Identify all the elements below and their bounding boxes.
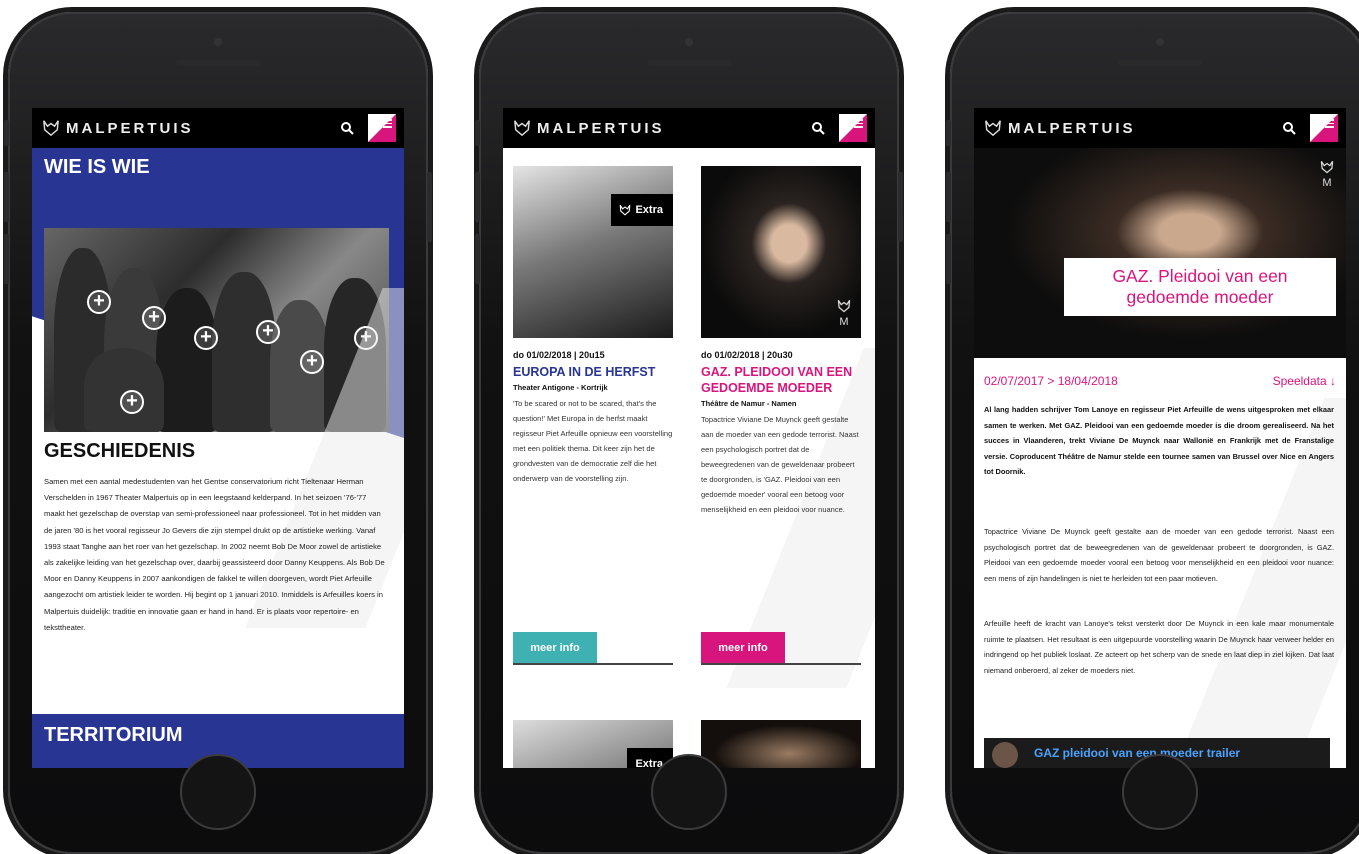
arrow-down-icon: ↓ <box>1330 374 1336 388</box>
earpiece-speaker <box>1118 60 1202 66</box>
meer-info-button[interactable]: meer info <box>513 632 597 664</box>
event-image[interactable]: Extra <box>513 166 673 338</box>
hamburger-icon <box>854 119 863 130</box>
event-description: 'To be scared or not to be scared, that'… <box>513 399 673 483</box>
divider <box>701 663 861 665</box>
event-date: do 01/02/2018 | 20u30 <box>701 350 793 360</box>
home-button[interactable] <box>180 754 256 830</box>
navbar: MALPERTUIS <box>503 108 875 148</box>
brand-name: MALPERTUIS <box>1008 119 1136 137</box>
page-title: WIE IS WIE <box>44 156 150 178</box>
intro-paragraph: Al lang hadden schrijver Tom Lanoye en r… <box>984 405 1334 476</box>
menu-button[interactable] <box>1310 114 1338 142</box>
event-venue: Theater Antigone - Kortrijk <box>513 383 608 392</box>
divider <box>513 663 673 665</box>
home-button[interactable] <box>1122 754 1198 830</box>
speeldata-link[interactable]: Speeldata ↓ <box>1273 374 1336 388</box>
profile-plus-button[interactable]: + <box>142 306 166 330</box>
navbar: MALPERTUIS <box>974 108 1346 148</box>
front-camera <box>1156 38 1164 46</box>
phone-screen-2: MALPERTUIS Extra do 01/02/2018 | 20u15 E… <box>503 108 875 768</box>
body-paragraph: Topactrice Viviane De Muynck geeft gesta… <box>984 527 1334 583</box>
event-description: Topactrice Viviane De Muynck geeft gesta… <box>701 415 859 514</box>
search-icon[interactable] <box>340 121 354 135</box>
event-title[interactable]: GAZ. PLEIDOOI VAN EEN GEDOEMDE MOEDER <box>701 364 861 396</box>
event-image[interactable]: M <box>701 166 861 338</box>
channel-avatar <box>992 742 1018 768</box>
fox-logo-icon <box>985 120 1001 137</box>
m-watermark-icon: M <box>837 299 851 328</box>
hamburger-icon <box>1325 119 1334 130</box>
hero-image: M GAZ. Pleidooi van een gedoemde moeder <box>974 148 1346 358</box>
phone-frame-3: MALPERTUIS M GAZ. Pleidooi van een gedoe… <box>946 12 1359 854</box>
search-icon[interactable] <box>811 121 825 135</box>
event-card-next[interactable]: Extra <box>513 720 673 768</box>
front-camera <box>214 38 222 46</box>
production-page: M GAZ. Pleidooi van een gedoemde moeder … <box>974 148 1346 768</box>
logo[interactable]: MALPERTUIS <box>513 119 665 137</box>
logo[interactable]: MALPERTUIS <box>984 119 1136 137</box>
badge-label: Extra <box>635 204 663 216</box>
phone-screen-1: MALPERTUIS WIE IS WIE + + + + + + + GESC… <box>32 108 404 768</box>
event-date: do 01/02/2018 | 20u15 <box>513 350 605 360</box>
event-card-next[interactable] <box>701 720 861 768</box>
navbar: MALPERTUIS <box>32 108 404 148</box>
mockup-stage: MALPERTUIS WIE IS WIE + + + + + + + GESC… <box>0 0 1359 854</box>
section-heading-territorium: TERRITORIUM <box>44 724 183 746</box>
body-paragraph: Arfeuille heeft de kracht van Lanoye's t… <box>984 619 1334 675</box>
profile-plus-button[interactable]: + <box>120 390 144 414</box>
production-title: GAZ. Pleidooi van een gedoemde moeder <box>1064 258 1336 316</box>
search-icon[interactable] <box>1282 121 1296 135</box>
menu-button[interactable] <box>368 114 396 142</box>
m-watermark-label: M <box>1322 177 1332 189</box>
fox-logo-icon <box>514 120 530 137</box>
badge-label: Extra <box>635 758 663 768</box>
m-watermark-label: M <box>839 316 849 328</box>
profile-plus-button[interactable]: + <box>300 350 324 374</box>
run-dates: 02/07/2017 > 18/04/2018 <box>984 374 1118 388</box>
phone-frame-2: MALPERTUIS Extra do 01/02/2018 | 20u15 E… <box>475 12 903 854</box>
phone-screen-3: MALPERTUIS M GAZ. Pleidooi van een gedoe… <box>974 108 1346 768</box>
earpiece-speaker <box>176 60 260 66</box>
video-title[interactable]: GAZ pleidooi van een moeder trailer <box>1034 746 1240 760</box>
profile-plus-button[interactable]: + <box>87 290 111 314</box>
group-photo: + + + + + + + <box>44 228 389 432</box>
event-venue: Théâtre de Namur - Namen <box>701 399 797 408</box>
hamburger-icon <box>383 119 392 130</box>
wie-is-wie-page: WIE IS WIE + + + + + + + GESCHIEDENIS Sa… <box>32 148 404 768</box>
agenda-page: Extra do 01/02/2018 | 20u15 EUROPA IN DE… <box>503 148 875 768</box>
profile-plus-button[interactable]: + <box>256 320 280 344</box>
brand-name: MALPERTUIS <box>537 119 665 137</box>
fox-logo-icon <box>620 204 631 216</box>
event-card[interactable]: M do 01/02/2018 | 20u30 GAZ. PLEIDOOI VA… <box>701 166 861 517</box>
menu-button[interactable] <box>839 114 867 142</box>
earpiece-speaker <box>647 60 731 66</box>
front-camera <box>685 38 693 46</box>
section-heading: GESCHIEDENIS <box>44 440 196 462</box>
m-watermark-icon: M <box>1320 160 1334 189</box>
meer-info-button[interactable]: meer info <box>701 632 785 664</box>
profile-plus-button[interactable]: + <box>354 326 378 350</box>
phone-frame-1: MALPERTUIS WIE IS WIE + + + + + + + GESC… <box>4 12 432 854</box>
profile-plus-button[interactable]: + <box>194 326 218 350</box>
home-button[interactable] <box>651 754 727 830</box>
logo[interactable]: MALPERTUIS <box>42 119 194 137</box>
event-card[interactable]: Extra do 01/02/2018 | 20u15 EUROPA IN DE… <box>513 166 673 486</box>
history-text: Samen met een aantal medestudenten van h… <box>44 477 385 632</box>
event-title[interactable]: EUROPA IN DE HERFST <box>513 364 673 380</box>
fox-logo-icon <box>43 120 59 137</box>
brand-name: MALPERTUIS <box>66 119 194 137</box>
extra-badge: Extra <box>611 194 673 226</box>
speeldata-label: Speeldata <box>1272 374 1327 388</box>
